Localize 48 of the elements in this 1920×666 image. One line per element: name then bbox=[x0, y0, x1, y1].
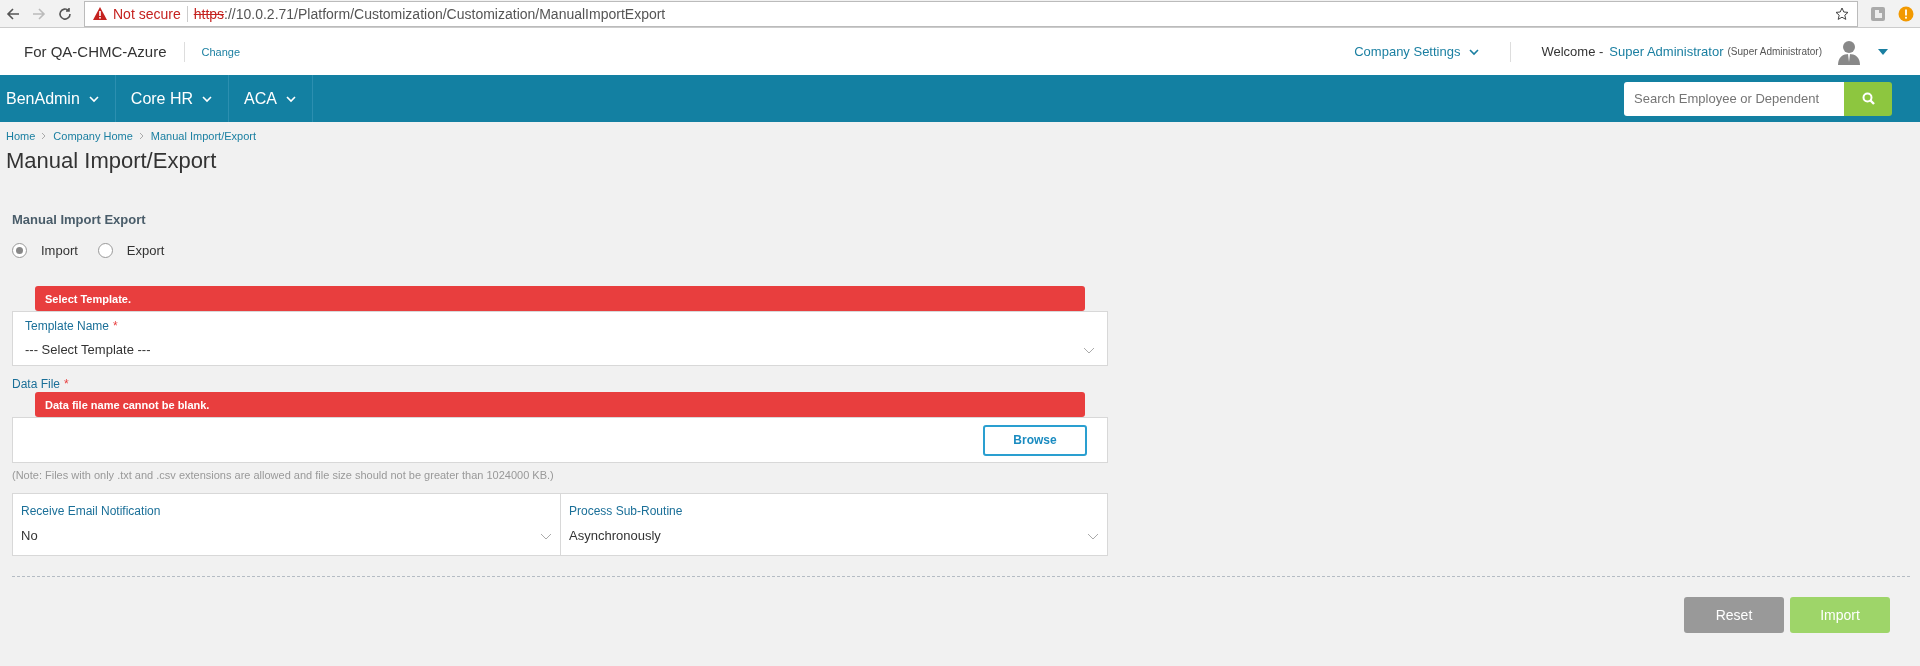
change-link[interactable]: Change bbox=[201, 45, 241, 58]
company-name: For QA-CHMC-Azure bbox=[24, 43, 167, 60]
select-field[interactable]: No bbox=[21, 528, 552, 543]
address-bar[interactable]: Not secure https://10.0.2.71/Platform/Customization/Customization/ManualImportExport bbox=[84, 0, 1858, 27]
radio-button[interactable] bbox=[97, 243, 113, 258]
user-name[interactable]: Super Administrator bbox=[1609, 44, 1724, 59]
welcome-text: Welcome - bbox=[1541, 44, 1604, 59]
user-role: (Super Administrator) bbox=[1727, 46, 1822, 57]
radio-button[interactable] bbox=[12, 243, 27, 258]
extension-icon[interactable] bbox=[1870, 5, 1886, 22]
breadcrumb-link[interactable]: Manual Import/Export bbox=[150, 130, 256, 142]
nav-menu[interactable]: BenAdmin bbox=[0, 75, 116, 122]
file-note: (Note: Files with only .txt and .csv extensions are allowed and file size should not be greater than 1024000 KB.) bbox=[12, 469, 555, 481]
caret-icon[interactable] bbox=[1878, 48, 1888, 55]
section-title: Manual Import Export bbox=[12, 212, 147, 227]
field-label: Data File bbox=[12, 377, 61, 391]
search-icon bbox=[1861, 92, 1875, 105]
field-label: Receive Email Notification bbox=[21, 504, 162, 518]
security-warning: Not secure bbox=[113, 5, 181, 22]
search-field[interactable]: Search Employee or Dependent bbox=[1624, 81, 1844, 116]
page-title: Manual Import/Export bbox=[6, 148, 218, 174]
search-button[interactable] bbox=[1844, 81, 1892, 116]
action-button[interactable]: Reset bbox=[1684, 597, 1784, 633]
field-label: Process Sub-Routine bbox=[569, 504, 684, 518]
back-arrow-icon[interactable] bbox=[6, 6, 20, 21]
browse-button[interactable]: Browse bbox=[983, 424, 1087, 456]
radio-option[interactable]: Export bbox=[97, 243, 165, 258]
breadcrumb-link[interactable]: Company Home bbox=[53, 130, 133, 142]
reload-icon[interactable] bbox=[58, 6, 72, 21]
alert-icon[interactable] bbox=[1898, 5, 1914, 22]
select-field[interactable]: Asynchronously bbox=[569, 528, 1099, 543]
error-tooltip: Select Template. bbox=[35, 286, 1085, 311]
radio-option[interactable]: Import bbox=[12, 243, 78, 258]
chevron-right-icon bbox=[41, 132, 48, 140]
url-text: https://10.0.2.71/Platform/Customization/Customization/ManualImportExport bbox=[193, 5, 666, 22]
breadcrumb-link[interactable]: Home bbox=[6, 130, 36, 142]
field-label: Template Name bbox=[25, 319, 110, 333]
company-settings-menu[interactable]: Company Settings bbox=[1354, 44, 1481, 59]
required-mark: * bbox=[64, 377, 69, 391]
error-tooltip: Data file name cannot be blank. bbox=[35, 392, 1085, 417]
star-icon[interactable] bbox=[1835, 6, 1849, 21]
nav-menu[interactable]: Core HR bbox=[115, 75, 230, 122]
nav-menu[interactable]: ACA bbox=[229, 75, 313, 122]
select-field[interactable]: --- Select Template --- bbox=[25, 342, 1095, 357]
warning-icon bbox=[93, 7, 107, 20]
required-mark: * bbox=[113, 319, 118, 333]
user-silhouette-icon[interactable] bbox=[1836, 38, 1862, 65]
chevron-right-icon bbox=[138, 132, 145, 140]
